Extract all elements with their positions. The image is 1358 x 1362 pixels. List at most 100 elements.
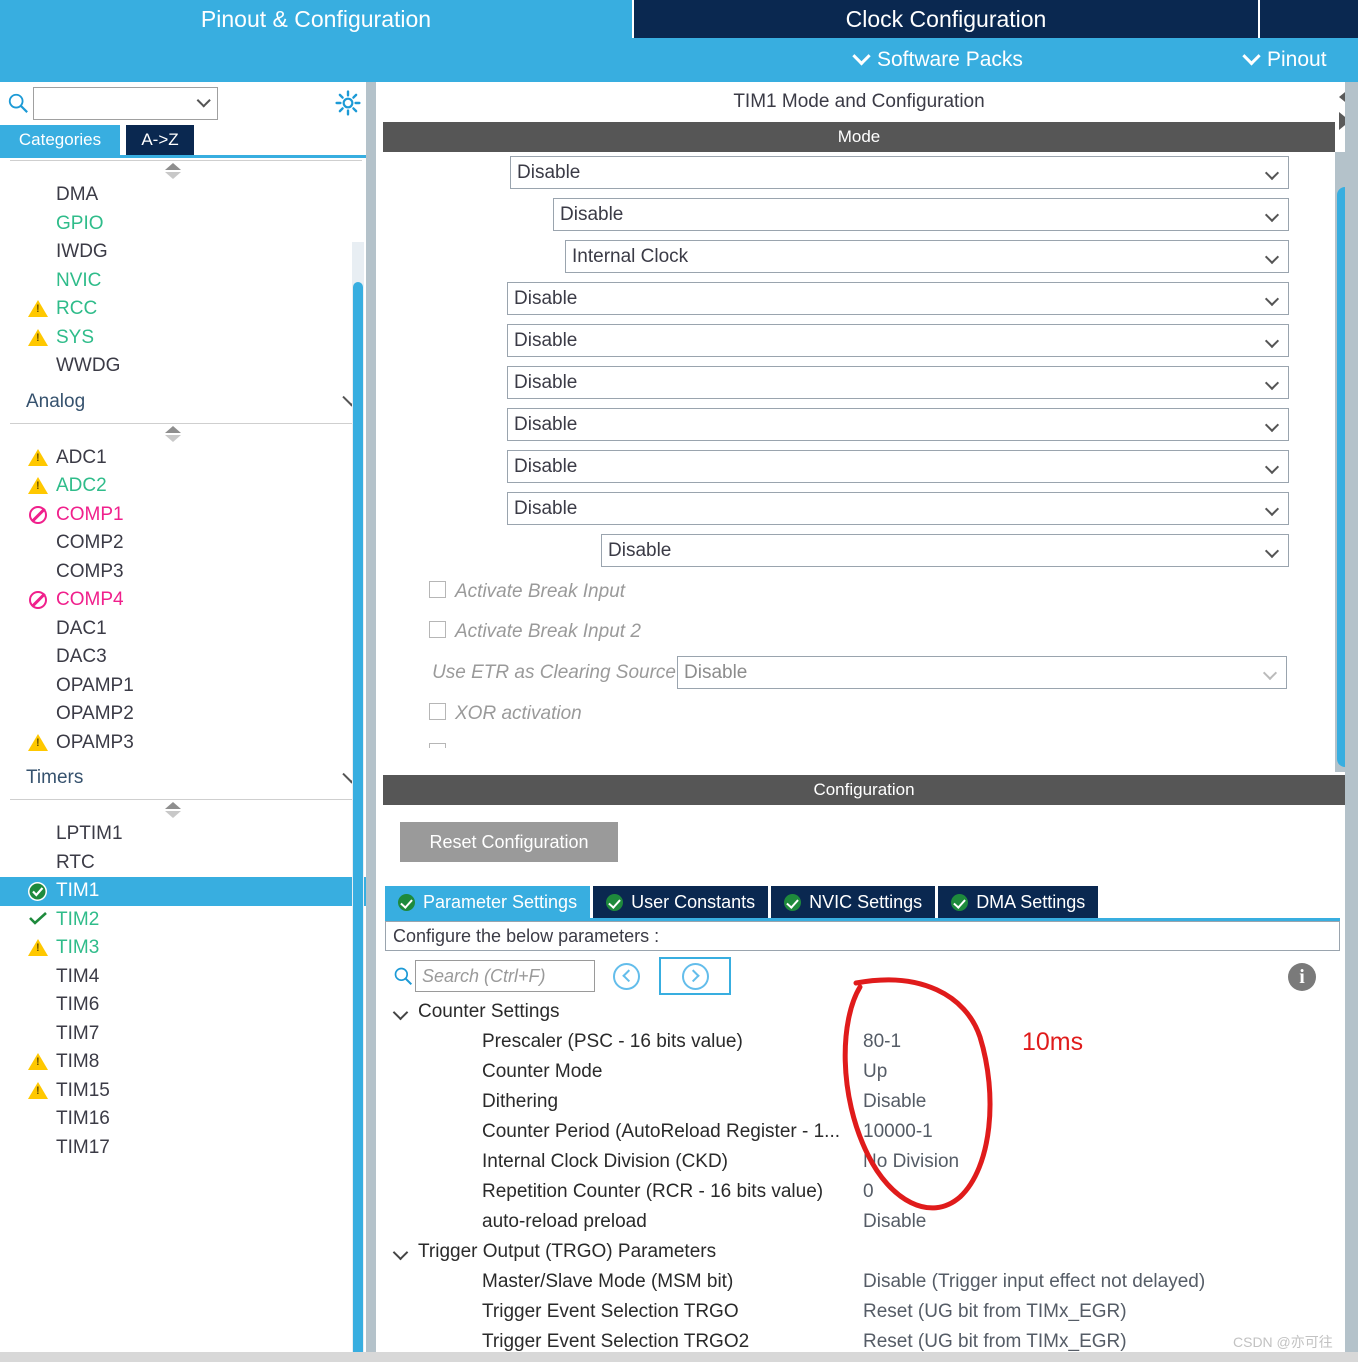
tab-pinout-configuration[interactable]: Pinout & Configuration (0, 0, 632, 38)
sidebar-item-gpio[interactable]: GPIO (0, 210, 372, 239)
checkbox-row-activate-break-input-2[interactable]: Activate Break Input 2 (383, 612, 1335, 652)
sidebar-item-tim17[interactable]: TIM17 (0, 1134, 372, 1163)
tab-nvic-settings[interactable]: NVIC Settings (771, 886, 936, 918)
sidebar-item-iwdg[interactable]: IWDG (0, 238, 372, 267)
xor-activation-checkbox[interactable] (429, 703, 446, 720)
mode-select-channel4[interactable]: Disable (507, 408, 1289, 441)
partial-checkbox[interactable] (429, 743, 446, 748)
param-row[interactable]: Counter Mode Up (385, 1057, 1340, 1087)
param-value[interactable]: No Division (863, 1147, 959, 1177)
mode-select-slave-mode[interactable]: Disable (510, 156, 1289, 189)
checkbox-row-xor-activation[interactable]: XOR activation (383, 694, 1335, 734)
mode-row-channel3[interactable]: Channel3Disable (383, 362, 1335, 404)
mode-row-channel4[interactable]: Channel4Disable (383, 404, 1335, 446)
info-icon[interactable]: i (1288, 963, 1316, 991)
sidebar-item-tim15[interactable]: TIM15 (0, 1077, 372, 1106)
sidebar-item-tim2[interactable]: TIM2 (0, 906, 372, 935)
mode-row-use-etr-as-clearing-source[interactable]: Use ETR as Clearing Source Disable (383, 652, 1335, 694)
list-grip-handle[interactable] (0, 161, 372, 181)
parameter-search-input[interactable]: Search (Ctrl+F) (415, 960, 595, 992)
use-etr-select[interactable]: Disable (677, 656, 1287, 689)
sidebar-tab-az[interactable]: A->Z (126, 125, 194, 155)
param-row[interactable]: Trigger Event Selection TRGO Reset (UG bi… (385, 1297, 1340, 1327)
mode-row-channel2[interactable]: Channel2Disable (383, 320, 1335, 362)
param-value[interactable]: 0 (863, 1177, 874, 1207)
checkbox-row-partial-cut[interactable] (383, 734, 1335, 748)
param-value[interactable]: Up (863, 1057, 887, 1087)
mode-row-channel6[interactable]: Channel6Disable (383, 488, 1335, 530)
param-group-header[interactable]: Counter Settings (385, 997, 1340, 1027)
sidebar-item-rcc[interactable]: RCC (0, 295, 372, 324)
mode-select-channel6[interactable]: Disable (507, 492, 1289, 525)
tab-dma-settings[interactable]: DMA Settings (938, 886, 1099, 918)
param-row[interactable]: auto-reload preload Disable (385, 1207, 1340, 1237)
param-value[interactable]: Disable (Trigger input effect not delaye… (863, 1267, 1205, 1297)
param-row[interactable]: Dithering Disable (385, 1087, 1340, 1117)
mode-row-channel1[interactable]: Channel1Disable (383, 278, 1335, 320)
sidebar-item-lptim1[interactable]: LPTIM1 (0, 820, 372, 849)
list-grip-handle[interactable] (0, 424, 372, 444)
tab-right-stub[interactable] (1260, 0, 1358, 38)
sidebar-item-adc1[interactable]: ADC1 (0, 444, 372, 473)
mode-row-channel5[interactable]: Channel5Disable (383, 446, 1335, 488)
sidebar-item-tim8[interactable]: TIM8 (0, 1048, 372, 1077)
menu-software-packs[interactable]: Software Packs (852, 38, 1023, 82)
sidebar-item-opamp2[interactable]: OPAMP2 (0, 700, 372, 729)
sidebar-item-comp2[interactable]: COMP2 (0, 529, 372, 558)
checkbox-row-activate-break-input[interactable]: Activate Break Input (383, 572, 1335, 612)
mode-select-channel2[interactable]: Disable (507, 324, 1289, 357)
sidebar-item-tim16[interactable]: TIM16 (0, 1105, 372, 1134)
sidebar-item-dac3[interactable]: DAC3 (0, 643, 372, 672)
activate-break-input-2-checkbox[interactable] (429, 621, 446, 638)
param-value[interactable]: Disable (863, 1207, 926, 1237)
tab-parameter-settings[interactable]: Parameter Settings (385, 886, 591, 918)
mode-select-clock-source[interactable]: Internal Clock (565, 240, 1289, 273)
mode-select-trigger-source[interactable]: Disable (553, 198, 1289, 231)
sidebar-item-tim6[interactable]: TIM6 (0, 991, 372, 1020)
sidebar-item-dma[interactable]: DMA (0, 181, 372, 210)
mode-select-channel5[interactable]: Disable (507, 450, 1289, 483)
param-group-header[interactable]: Trigger Output (TRGO) Parameters (385, 1237, 1340, 1267)
param-row[interactable]: Prescaler (PSC - 16 bits value) 80-1 (385, 1027, 1340, 1057)
sidebar-search-input[interactable] (33, 87, 218, 120)
mode-select-combined-channels[interactable]: Disable (601, 534, 1289, 567)
param-row[interactable]: Internal Clock Division (CKD) No Division (385, 1147, 1340, 1177)
sidebar-item-comp4[interactable]: COMP4 (0, 586, 372, 615)
sidebar-item-tim7[interactable]: TIM7 (0, 1020, 372, 1049)
param-row[interactable]: Counter Period (AutoReload Register - 1.… (385, 1117, 1340, 1147)
sidebar-item-comp3[interactable]: COMP3 (0, 558, 372, 587)
mode-row-combined-channels[interactable]: Combined ChannelsDisable (383, 530, 1335, 572)
param-value[interactable]: 10000-1 (863, 1117, 933, 1147)
sidebar-item-adc2[interactable]: ADC2 (0, 472, 372, 501)
tab-clock-configuration[interactable]: Clock Configuration (634, 0, 1258, 38)
sidebar-item-tim4[interactable]: TIM4 (0, 963, 372, 992)
sidebar-item-rtc[interactable]: RTC (0, 849, 372, 878)
param-value[interactable]: Reset (UG bit from TIMx_EGR) (863, 1297, 1127, 1327)
next-match-button[interactable] (682, 963, 709, 990)
previous-match-button[interactable] (613, 963, 640, 990)
mode-row-trigger-source[interactable]: Trigger SourceDisable (383, 194, 1335, 236)
section-header-timers[interactable]: Timers (0, 757, 372, 799)
sidebar-item-opamp1[interactable]: OPAMP1 (0, 672, 372, 701)
sidebar-item-nvic[interactable]: NVIC (0, 267, 372, 296)
tab-user-constants[interactable]: User Constants (593, 886, 769, 918)
sidebar-item-opamp3[interactable]: OPAMP3 (0, 729, 372, 758)
sidebar-item-wwdg[interactable]: WWDG (0, 352, 372, 381)
activate-break-input-checkbox[interactable] (429, 581, 446, 598)
mode-select-channel1[interactable]: Disable (507, 282, 1289, 315)
sidebar-item-tim3[interactable]: TIM3 (0, 934, 372, 963)
mode-row-clock-source[interactable]: Clock SourceInternal Clock (383, 236, 1335, 278)
param-value[interactable]: Disable (863, 1087, 926, 1117)
sidebar-tab-categories[interactable]: Categories (0, 125, 120, 155)
menu-pinout[interactable]: Pinout (1242, 38, 1327, 82)
reset-configuration-button[interactable]: Reset Configuration (400, 822, 618, 862)
mode-select-channel3[interactable]: Disable (507, 366, 1289, 399)
sidebar-scrollbar-thumb[interactable] (353, 282, 363, 1362)
sidebar-item-comp1[interactable]: COMP1 (0, 501, 372, 530)
param-row[interactable]: Repetition Counter (RCR - 16 bits value)… (385, 1177, 1340, 1207)
section-header-analog[interactable]: Analog (0, 381, 372, 423)
param-row[interactable]: Master/Slave Mode (MSM bit) Disable (Trig… (385, 1267, 1340, 1297)
sidebar-item-sys[interactable]: SYS (0, 324, 372, 353)
mode-row-slave-mode[interactable]: Slave ModeDisable (383, 152, 1335, 194)
list-grip-handle[interactable] (0, 800, 372, 820)
